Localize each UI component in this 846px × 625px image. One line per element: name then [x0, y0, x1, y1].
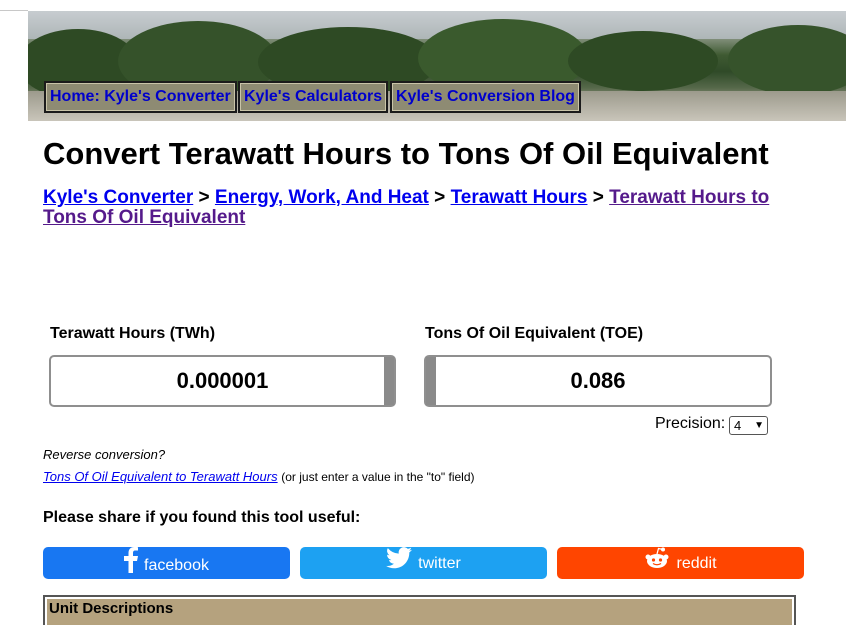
- to-input-edge-bar: [426, 357, 436, 405]
- reverse-question: Reverse conversion?: [43, 447, 166, 462]
- to-value-input[interactable]: 0.086: [424, 355, 772, 407]
- unit-descriptions-heading: Unit Descriptions: [47, 599, 792, 625]
- breadcrumb: Kyle's Converter > Energy, Work, And Hea…: [43, 188, 803, 228]
- share-twitter-button[interactable]: twitter: [300, 547, 547, 579]
- from-unit-label: Terawatt Hours (TWh): [50, 325, 216, 342]
- banner-tree: [728, 25, 846, 95]
- nav-calculators-button[interactable]: Kyle's Calculators: [238, 81, 389, 113]
- twitter-icon: [386, 547, 413, 581]
- share-reddit-button[interactable]: reddit: [557, 547, 804, 579]
- share-facebook-button[interactable]: facebook: [43, 547, 290, 579]
- nav-blog-button[interactable]: Kyle's Conversion Blog: [390, 81, 581, 113]
- top-divider: [0, 10, 28, 11]
- facebook-label: facebook: [144, 557, 209, 575]
- reddit-label: reddit: [676, 555, 717, 573]
- reverse-conversion-link[interactable]: Tons Of Oil Equivalent to Terawatt Hours: [43, 469, 278, 484]
- precision-select[interactable]: 4 ▼: [729, 416, 768, 435]
- from-input-edge-bar: [384, 357, 394, 405]
- breadcrumb-link-unit[interactable]: Terawatt Hours: [451, 187, 588, 208]
- nav-home-button[interactable]: Home: Kyle's Converter: [44, 81, 237, 113]
- twitter-label: twitter: [418, 555, 461, 573]
- banner-tree: [568, 31, 718, 91]
- facebook-icon: [124, 547, 139, 585]
- chevron-down-icon: ▼: [754, 420, 764, 431]
- page-title: Convert Terawatt Hours to Tons Of Oil Eq…: [43, 136, 769, 171]
- precision-value: 4: [734, 418, 742, 433]
- breadcrumb-separator: >: [434, 187, 446, 208]
- breadcrumb-link-home[interactable]: Kyle's Converter: [43, 187, 193, 208]
- precision-label: Precision:: [655, 415, 726, 432]
- breadcrumb-separator: >: [592, 187, 604, 208]
- from-value-text: 0.000001: [176, 368, 269, 393]
- reverse-note: (or just enter a value in the "to" field…: [281, 470, 475, 484]
- breadcrumb-separator: >: [198, 187, 210, 208]
- breadcrumb-link-category[interactable]: Energy, Work, And Heat: [215, 187, 429, 208]
- unit-descriptions-panel: Unit Descriptions: [43, 595, 796, 625]
- to-unit-label: Tons Of Oil Equivalent (TOE): [425, 325, 644, 342]
- to-value-text: 0.086: [570, 368, 626, 393]
- from-value-input[interactable]: 0.000001: [49, 355, 396, 407]
- reverse-line: Tons Of Oil Equivalent to Terawatt Hours…: [43, 469, 475, 484]
- reddit-icon: [644, 547, 670, 581]
- share-title: Please share if you found this tool usef…: [43, 509, 361, 526]
